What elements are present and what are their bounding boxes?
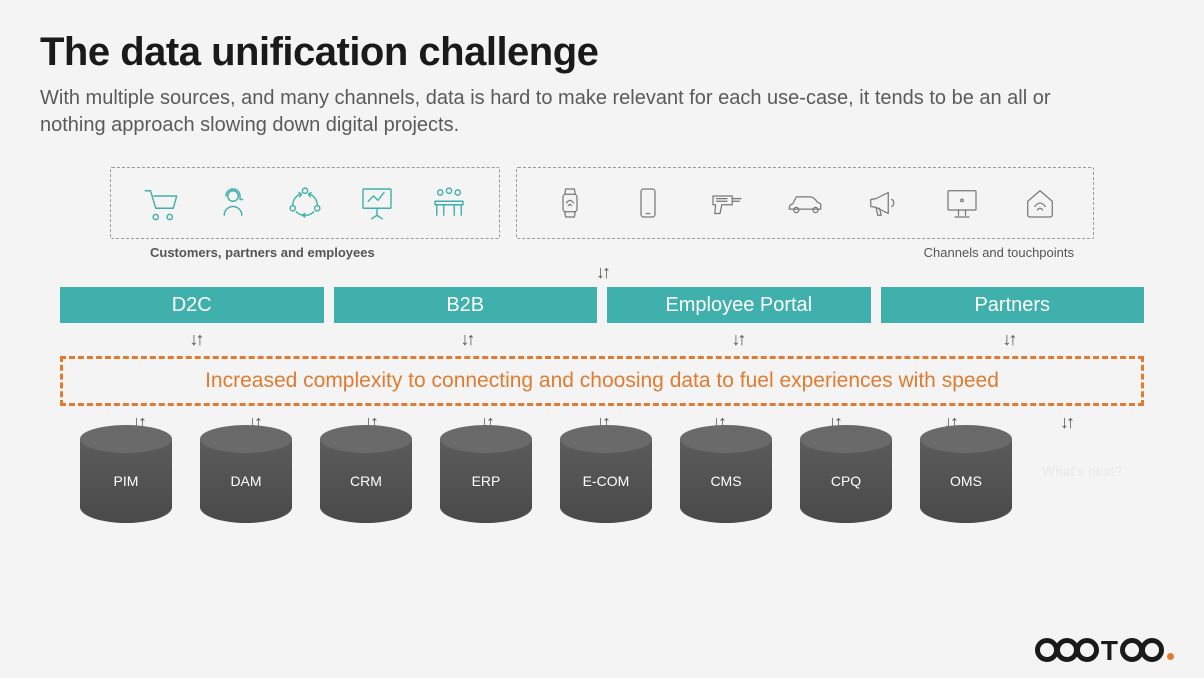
cylinder-label: CMS	[680, 473, 772, 489]
cylinder-crm: CRM	[320, 439, 412, 523]
cylinder-erp: ERP	[440, 439, 532, 523]
flow-arrow: ↓↑	[602, 329, 873, 350]
complexity-box: Increased complexity to connecting and c…	[60, 356, 1144, 406]
headset-person-icon	[209, 179, 257, 227]
channels-box	[516, 167, 1094, 239]
cylinder-label: DAM	[200, 473, 292, 489]
cylinder-label: E-COM	[560, 473, 652, 489]
brand-logo: T	[1035, 638, 1174, 662]
cylinder-pim: PIM	[80, 439, 172, 523]
cylinder-label: OMS	[920, 473, 1012, 489]
channel-partners: Partners	[881, 287, 1145, 323]
channel-d2c: D2C	[60, 287, 324, 323]
people-box	[110, 167, 500, 239]
car-icon	[781, 179, 829, 227]
page-subtitle: With multiple sources, and many channels…	[40, 85, 1120, 139]
smartwatch-icon	[546, 179, 594, 227]
people-cycle-icon	[281, 179, 329, 227]
channels-caption: Channels and touchpoints	[516, 245, 1094, 260]
top-captions: Customers, partners and employees Channe…	[110, 245, 1094, 260]
flow-arrow: ↓↑	[331, 329, 602, 350]
cylinder-cpq: CPQ	[800, 439, 892, 523]
desktop-icon	[938, 179, 986, 227]
cylinder-oms: OMS	[920, 439, 1012, 523]
top-icon-row	[110, 167, 1094, 239]
cylinder-label: ERP	[440, 473, 532, 489]
presentation-icon	[353, 179, 401, 227]
cylinder-dam: DAM	[200, 439, 292, 523]
page-title: The data unification challenge	[40, 30, 1164, 75]
flow-arrow: ↓↑	[1008, 412, 1124, 433]
whats-next-text: What's next?	[1040, 463, 1124, 499]
cylinder-label: CRM	[320, 473, 412, 489]
logo-ring-icon	[1075, 638, 1099, 662]
cylinder-ecom: E-COM	[560, 439, 652, 523]
channel-arrows: ↓↑ ↓↑ ↓↑ ↓↑	[60, 329, 1144, 350]
cylinder-row: PIM DAM CRM ERP E-COM CMS CPQ OMS What's…	[80, 439, 1124, 523]
smartphone-icon	[624, 179, 672, 227]
logo-dot-icon	[1167, 653, 1174, 660]
flow-arrow: ↓↑	[873, 329, 1144, 350]
cylinder-label: CPQ	[800, 473, 892, 489]
slide: The data unification challenge With mult…	[0, 0, 1204, 543]
meeting-table-icon	[425, 179, 473, 227]
cylinder-cms: CMS	[680, 439, 772, 523]
logo-letter: T	[1101, 640, 1118, 662]
cart-icon	[137, 179, 185, 227]
flow-arrow: ↓↑	[60, 329, 331, 350]
people-caption: Customers, partners and employees	[110, 245, 516, 260]
channel-b2b: B2B	[334, 287, 598, 323]
flow-arrow-top: ↓↑	[40, 262, 1164, 283]
drill-icon	[703, 179, 751, 227]
logo-ring-icon	[1140, 638, 1164, 662]
smart-home-icon	[1016, 179, 1064, 227]
cylinder-label: PIM	[80, 473, 172, 489]
channels-row: D2C B2B Employee Portal Partners	[60, 287, 1144, 323]
channel-employee-portal: Employee Portal	[607, 287, 871, 323]
megaphone-icon	[859, 179, 907, 227]
